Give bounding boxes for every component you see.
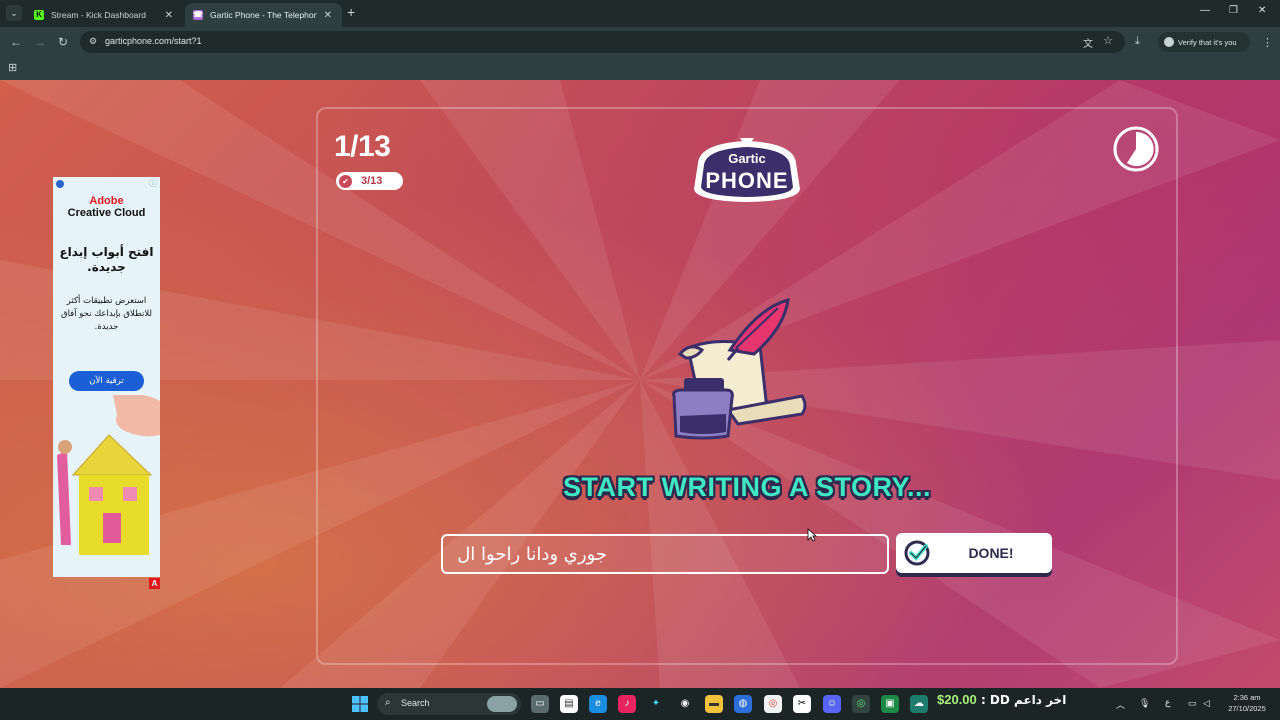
close-icon[interactable]: ✕ — [165, 10, 173, 21]
ad-brand-line2: Creative Cloud — [67, 207, 146, 219]
notepad-icon[interactable]: ▤ — [560, 695, 578, 713]
logo-bottom-text: PHONE — [705, 168, 788, 193]
browser-tab-bar: ⌄ K Stream - Kick Dashboard ✕ ☎ Gartic P… — [0, 0, 1280, 27]
tray-chevron-icon[interactable]: ︿ — [1116, 698, 1125, 711]
check-icon: ✔ — [339, 174, 352, 188]
chrome-profile-icon[interactable]: ◎ — [852, 695, 870, 713]
ad-house-illustration — [57, 395, 160, 555]
gartic-phone-logo: Gartic PHONE — [694, 138, 800, 202]
ad-cta-button[interactable]: ترقية الآن — [69, 371, 144, 391]
file-explorer-icon[interactable]: ▬ — [705, 695, 723, 713]
capcut-icon[interactable]: ✂ — [793, 695, 811, 713]
language-indicator[interactable]: ع — [1165, 698, 1170, 708]
minimize-icon[interactable]: — — [1200, 5, 1210, 16]
check-circle-icon — [904, 540, 930, 566]
ad-body-text: استعرض تطبيقات أكثر للانطلاق بإبداعك نحو… — [60, 296, 152, 332]
players-done-badge: ✔ 3/13 — [336, 172, 403, 190]
taskbar-clock[interactable]: 2:36 am 27/10/2025 — [1222, 692, 1272, 714]
search-highlight-icon — [487, 696, 517, 712]
browser-menu-icon[interactable]: ⋮ — [1262, 36, 1273, 49]
players-done-count: 3/13 — [361, 175, 383, 187]
ad-close-icon[interactable]: ⓘ — [149, 178, 157, 189]
profile-status-text: Verify that it's you — [1178, 37, 1237, 47]
donation-ticker: $20.00 : DD اخر داعم — [937, 692, 1066, 707]
tiktok-icon[interactable]: ♪ — [618, 695, 636, 713]
apps-grid-icon[interactable]: ⊞ — [8, 61, 17, 74]
tab-kick-dashboard[interactable]: K Stream - Kick Dashboard ✕ — [26, 3, 183, 27]
clock-time: 2:36 am — [1233, 693, 1261, 702]
avatar — [1164, 37, 1174, 47]
donation-text: : DD اخر داعم — [976, 693, 1067, 707]
translate-icon[interactable]: 文 — [1083, 35, 1093, 50]
done-button[interactable]: DONE! — [896, 533, 1052, 573]
reload-icon[interactable]: ↻ — [58, 35, 68, 49]
donation-amount: $20.00 — [937, 692, 977, 707]
ad-badge[interactable]: A — [149, 578, 160, 589]
tab-gartic-phone[interactable]: ☎ Gartic Phone - The Telephone G ✕ — [185, 3, 342, 27]
edge-icon[interactable]: e — [589, 695, 607, 713]
address-bar[interactable]: ⚙ garticphone.com/start?1 文 ☆ — [80, 31, 1125, 53]
kick-icon: K — [34, 10, 44, 20]
bookmarks-bar: ⊞ — [0, 57, 1280, 80]
profile-verify-chip[interactable]: Verify that it's you — [1158, 32, 1250, 52]
app-globe-icon[interactable]: ◍ — [734, 695, 752, 713]
logo-top-text: Gartic — [728, 151, 766, 166]
windows-start-icon[interactable] — [352, 696, 368, 712]
story-input[interactable] — [441, 534, 889, 574]
ad-info-icon[interactable] — [56, 180, 64, 188]
new-tab-button[interactable]: + — [347, 4, 355, 20]
volume-icon[interactable]: ◁ — [1203, 698, 1210, 709]
discord-icon[interactable]: ☺ — [823, 695, 841, 713]
close-window-icon[interactable]: ✕ — [1258, 5, 1266, 16]
ad-headline: افتح أبواب إبداع جديدة. — [59, 245, 154, 274]
windows-taskbar: ⌕ Search ▭ ▤ e ♪ ✦ ◉ ▬ ◍ ◎ ✂ ☺ ◎ ▣ ☁ $20… — [0, 688, 1280, 720]
prompt-headline: START WRITING A STORY... — [563, 472, 931, 502]
clock-date: 27/10/2025 — [1228, 704, 1266, 713]
mouse-cursor-icon — [807, 528, 817, 542]
url-text[interactable]: garticphone.com/start?1 — [105, 36, 202, 46]
chrome-icon[interactable]: ◎ — [764, 695, 782, 713]
game-page: 1/13 ✔ 3/13 Gartic PHONE START WRITING A… — [0, 80, 1280, 688]
app-bird-icon[interactable]: ✦ — [647, 695, 665, 713]
taskbar-search[interactable]: ⌕ Search — [377, 693, 521, 715]
task-view-icon[interactable]: ▭ — [531, 695, 549, 713]
round-counter: 1/13 — [334, 130, 391, 163]
tab-title: Stream - Kick Dashboard — [51, 10, 146, 20]
browser-toolbar: ← → ↻ ⚙ garticphone.com/start?1 文 ☆ ⤓ Ve… — [0, 27, 1280, 57]
forward-icon[interactable]: → — [34, 35, 46, 49]
done-button-label: DONE! — [968, 545, 1014, 561]
gartic-icon: ☎ — [193, 10, 203, 20]
timer-icon — [1113, 126, 1159, 172]
quill-scroll-illustration — [672, 298, 807, 440]
tab-search-button[interactable]: ⌄ — [6, 5, 22, 21]
app-teal-icon[interactable]: ☁ — [910, 695, 928, 713]
tab-title: Gartic Phone - The Telephone G — [210, 10, 317, 20]
ad-brand: Adobe Creative Cloud — [53, 195, 160, 219]
download-icon[interactable]: ⤓ — [1135, 35, 1140, 48]
ad-brand-line1: Adobe — [89, 195, 124, 207]
microphone-icon[interactable]: 🎙 — [1139, 698, 1150, 709]
close-icon[interactable]: ✕ — [324, 10, 332, 21]
adobe-ad-banner[interactable]: ⓘ Adobe Creative Cloud افتح أبواب إبداع … — [53, 177, 160, 577]
search-icon: ⌕ — [385, 697, 391, 708]
search-label: Search — [401, 698, 430, 708]
maximize-icon[interactable]: ❐ — [1229, 5, 1238, 16]
app-green-icon[interactable]: ▣ — [881, 695, 899, 713]
obs-icon[interactable]: ◉ — [676, 695, 694, 713]
back-icon[interactable]: ← — [10, 35, 22, 49]
network-icon[interactable]: ▭ — [1188, 698, 1197, 709]
site-info-icon[interactable]: ⚙ — [89, 36, 97, 47]
bookmark-star-icon[interactable]: ☆ — [1103, 34, 1113, 47]
